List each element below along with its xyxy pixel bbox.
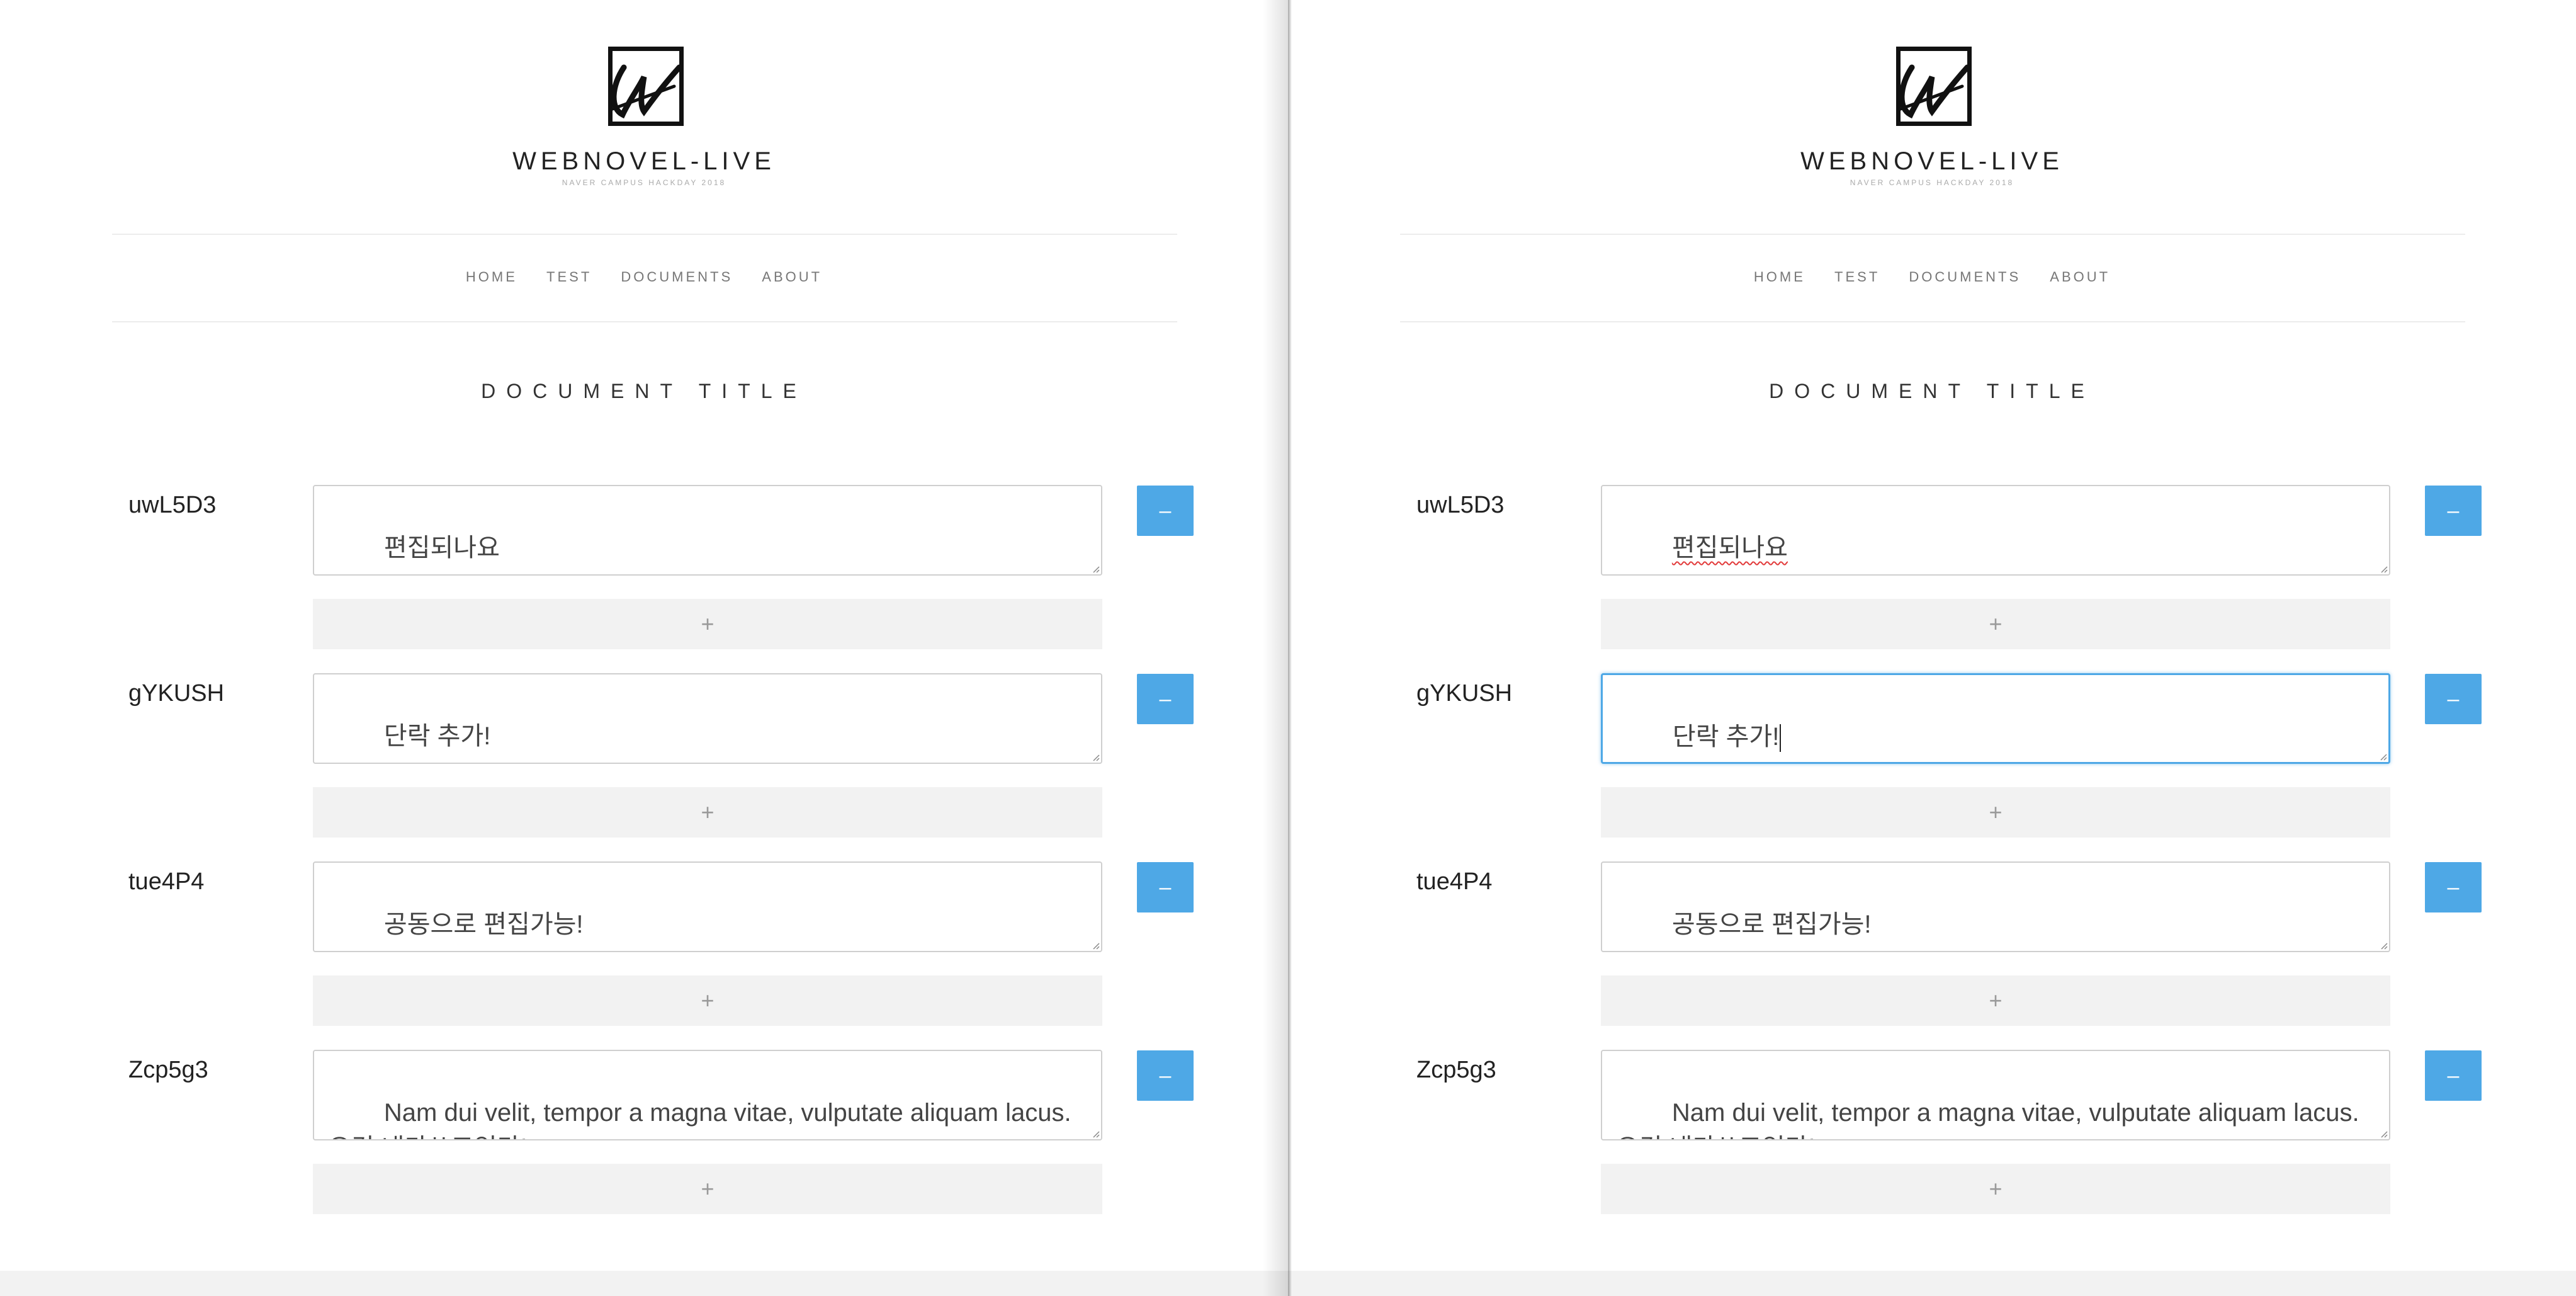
resize-grip-icon[interactable] bbox=[2379, 1129, 2388, 1138]
paragraph-text: Nam dui velit, tempor a magna vitae, vul… bbox=[1616, 1099, 2359, 1139]
paragraph-text: 단락 추가! bbox=[383, 722, 491, 750]
header-divider bbox=[112, 234, 1177, 235]
text-caret bbox=[1780, 724, 1782, 753]
remove-paragraph-button[interactable]: – bbox=[2425, 1050, 2482, 1101]
side-by-side-browser-windows: WEBNOVEL-LIVE NAVER CAMPUS HACKDAY 2018 … bbox=[0, 0, 2576, 1296]
add-paragraph-button[interactable]: + bbox=[1601, 1164, 2390, 1214]
main-nav: HOME TEST DOCUMENTS ABOUT bbox=[1288, 269, 2576, 285]
paragraph-textarea-focused[interactable]: 단락 추가! bbox=[1601, 673, 2390, 764]
footer bbox=[1288, 1271, 2576, 1296]
logo-icon[interactable] bbox=[608, 47, 684, 126]
paragraph-textarea[interactable]: 단락 추가! bbox=[313, 673, 1102, 764]
resize-grip-icon[interactable] bbox=[2379, 941, 2388, 950]
nav-home[interactable]: HOME bbox=[466, 269, 517, 285]
nav-test[interactable]: TEST bbox=[1834, 269, 1880, 285]
paragraph-id: Zcp5g3 bbox=[1416, 1057, 1496, 1083]
nav-about[interactable]: ABOUT bbox=[2050, 269, 2110, 285]
site-subtitle: NAVER CAMPUS HACKDAY 2018 bbox=[1850, 178, 2014, 187]
site-title[interactable]: WEBNOVEL-LIVE bbox=[0, 147, 1288, 176]
remove-paragraph-button[interactable]: – bbox=[2425, 486, 2482, 536]
nav-divider bbox=[1400, 321, 2465, 322]
paragraph-id: tue4P4 bbox=[1416, 868, 1493, 895]
right-browser-window: WEBNOVEL-LIVE NAVER CAMPUS HACKDAY 2018 … bbox=[1288, 0, 2576, 1296]
resize-grip-icon[interactable] bbox=[1091, 564, 1100, 573]
add-paragraph-button[interactable]: + bbox=[313, 1164, 1102, 1214]
paragraph-id: uwL5D3 bbox=[1416, 492, 1505, 518]
main-nav: HOME TEST DOCUMENTS ABOUT bbox=[0, 269, 1288, 285]
resize-grip-icon[interactable] bbox=[1091, 941, 1100, 950]
paragraph-text: Nam dui velit, tempor a magna vitae, vul… bbox=[328, 1099, 1071, 1139]
paragraph-id: tue4P4 bbox=[128, 868, 205, 895]
site-title[interactable]: WEBNOVEL-LIVE bbox=[1288, 147, 2576, 176]
paragraph-textarea[interactable]: Nam dui velit, tempor a magna vitae, vul… bbox=[1601, 1050, 2390, 1140]
remove-paragraph-button[interactable]: – bbox=[1137, 674, 1194, 724]
add-paragraph-button[interactable]: + bbox=[1601, 975, 2390, 1026]
paragraph-textarea[interactable]: 편집되나요 bbox=[1601, 485, 2390, 576]
paragraph-textarea[interactable]: 편집되나요 bbox=[313, 485, 1102, 576]
add-paragraph-button[interactable]: + bbox=[1601, 599, 2390, 649]
paragraph-text: 편집되나요 bbox=[383, 534, 500, 562]
document-title: DOCUMENT TITLE bbox=[1769, 380, 2095, 402]
left-browser-window: WEBNOVEL-LIVE NAVER CAMPUS HACKDAY 2018 … bbox=[0, 0, 1288, 1296]
paragraph-id: uwL5D3 bbox=[128, 492, 217, 518]
paragraph-id: Zcp5g3 bbox=[128, 1057, 208, 1083]
nav-documents[interactable]: DOCUMENTS bbox=[621, 269, 733, 285]
paragraph-text: 단락 추가! bbox=[1672, 723, 1780, 751]
paragraph-id: gYKUSH bbox=[1416, 680, 1513, 707]
remove-paragraph-button[interactable]: – bbox=[1137, 1050, 1194, 1101]
document-title: DOCUMENT TITLE bbox=[481, 380, 807, 402]
nav-divider bbox=[112, 321, 1177, 322]
resize-grip-icon[interactable] bbox=[2378, 752, 2387, 761]
paragraph-text: 편집되나요 bbox=[1671, 534, 1788, 562]
remove-paragraph-button[interactable]: – bbox=[2425, 862, 2482, 912]
paragraph-textarea[interactable]: 공동으로 편집가능! bbox=[313, 861, 1102, 952]
nav-about[interactable]: ABOUT bbox=[762, 269, 822, 285]
remove-paragraph-button[interactable]: – bbox=[1137, 862, 1194, 912]
add-paragraph-button[interactable]: + bbox=[1601, 787, 2390, 838]
resize-grip-icon[interactable] bbox=[2379, 564, 2388, 573]
header-divider bbox=[1400, 234, 2465, 235]
nav-test[interactable]: TEST bbox=[546, 269, 592, 285]
add-paragraph-button[interactable]: + bbox=[313, 599, 1102, 649]
add-paragraph-button[interactable]: + bbox=[313, 975, 1102, 1026]
remove-paragraph-button[interactable]: – bbox=[1137, 486, 1194, 536]
nav-documents[interactable]: DOCUMENTS bbox=[1909, 269, 2021, 285]
paragraph-text: 공동으로 편집가능! bbox=[383, 911, 584, 938]
site-subtitle: NAVER CAMPUS HACKDAY 2018 bbox=[562, 178, 726, 187]
add-paragraph-button[interactable]: + bbox=[313, 787, 1102, 838]
footer bbox=[0, 1271, 1288, 1296]
logo-icon[interactable] bbox=[1896, 47, 1972, 126]
nav-home[interactable]: HOME bbox=[1754, 269, 1805, 285]
paragraph-text: 공동으로 편집가능! bbox=[1671, 911, 1872, 938]
paragraph-textarea[interactable]: Nam dui velit, tempor a magna vitae, vul… bbox=[313, 1050, 1102, 1140]
paragraph-id: gYKUSH bbox=[128, 680, 225, 707]
resize-grip-icon[interactable] bbox=[1091, 753, 1100, 761]
remove-paragraph-button[interactable]: – bbox=[2425, 674, 2482, 724]
paragraph-textarea[interactable]: 공동으로 편집가능! bbox=[1601, 861, 2390, 952]
resize-grip-icon[interactable] bbox=[1091, 1129, 1100, 1138]
